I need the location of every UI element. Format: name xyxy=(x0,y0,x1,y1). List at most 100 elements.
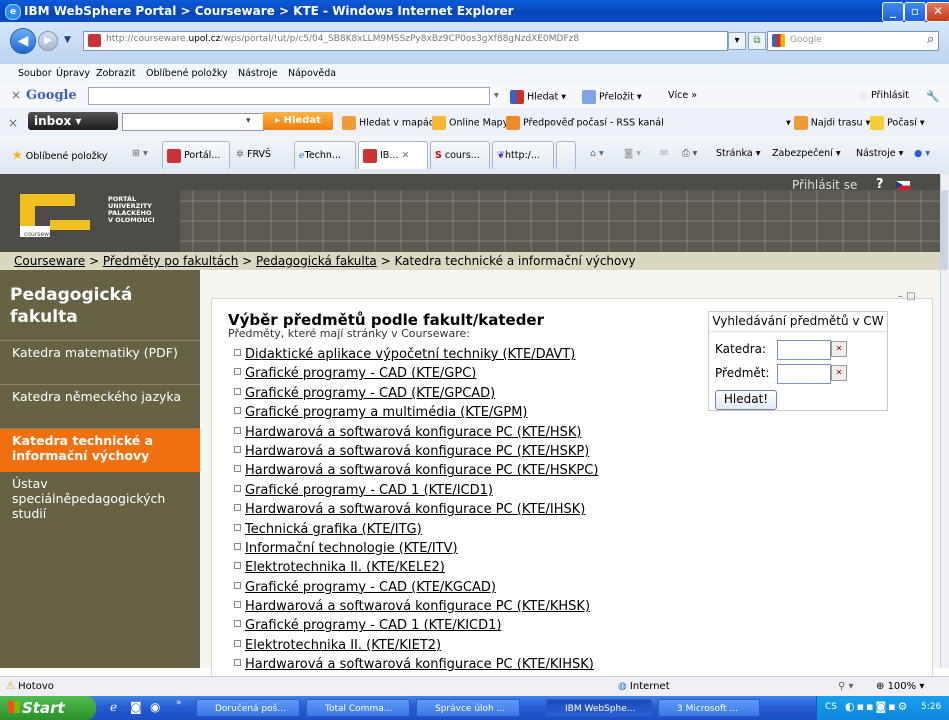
address-dropdown-icon[interactable]: ▾ xyxy=(728,32,746,50)
language-flag-icon[interactable] xyxy=(896,181,910,190)
quicklaunch-app-icon[interactable]: ◉ xyxy=(150,700,160,714)
tools-menu[interactable]: Nástroje ▾ xyxy=(856,148,903,159)
quicklaunch-ie-icon[interactable]: ℯ xyxy=(110,700,117,714)
subject-link[interactable]: Grafické programy - CAD 1 (KTE/ICD1) xyxy=(245,483,493,498)
route-button[interactable]: ▾ Najdi trasu ▾ xyxy=(786,116,870,130)
google-login-button[interactable]: Přihlásit xyxy=(858,90,909,101)
katedra-field[interactable] xyxy=(777,340,831,360)
scrollbar-thumb[interactable] xyxy=(941,190,948,270)
subject-link[interactable]: Technická grafika (KTE/ITG) xyxy=(245,522,422,537)
address-field[interactable]: http://courseware.upol.cz/wps/portal/!ut… xyxy=(83,31,728,51)
nav-katedra-nemeckeho[interactable]: Katedra německého jazyka xyxy=(0,384,200,408)
help-icon[interactable]: ? xyxy=(876,177,884,192)
subject-link[interactable]: Grafické programy - CAD 1 (KTE/KICD1) xyxy=(245,618,501,633)
minimize-button[interactable]: _ xyxy=(882,2,904,22)
inbox-dropdown-icon[interactable]: ▾ xyxy=(246,116,251,126)
compatibility-icon[interactable]: ⧉ xyxy=(748,32,766,50)
google-dropdown-icon[interactable]: ▾ xyxy=(494,90,499,101)
subject-link[interactable]: Grafické programy a multimédia (KTE/GPM) xyxy=(245,405,528,420)
inbox-search-field[interactable] xyxy=(122,113,264,131)
subject-link[interactable]: Elektrotechnika II. (KTE/KELE2) xyxy=(245,560,445,575)
predmet-field[interactable] xyxy=(777,364,831,384)
nav-ustav-specialne[interactable]: Ústav speciálněpedagogických studií xyxy=(0,472,200,525)
menu-nastroje[interactable]: Nástroje xyxy=(238,68,278,79)
menu-napoveda[interactable]: Nápověda xyxy=(288,68,336,79)
tab-portal[interactable]: Portál... xyxy=(162,141,230,169)
print-icon[interactable]: ⎙ ▾ xyxy=(682,148,697,159)
inbox-hledat-button[interactable]: ▸ Hledat xyxy=(263,112,333,130)
subject-link[interactable]: Hardwarová a softwarová konfigurace PC (… xyxy=(245,425,582,440)
search-go-icon[interactable]: ⌕ xyxy=(927,32,934,47)
menu-upravy[interactable]: Úpravy xyxy=(56,68,90,79)
task-microsoft-word[interactable]: 3 Microsoft ... xyxy=(658,699,760,717)
subject-link[interactable]: Hardwarová a softwarová konfigurace PC (… xyxy=(245,463,598,478)
task-total-commander[interactable]: Total Comma... xyxy=(306,699,410,717)
tab-http[interactable]: ❦http:/... xyxy=(492,141,554,169)
new-tab-button[interactable] xyxy=(556,141,576,169)
language-indicator[interactable]: CS xyxy=(825,702,837,712)
subject-link[interactable]: Grafické programy - CAD (KTE/GPCAD) xyxy=(245,386,495,401)
maximize-button[interactable]: ▫ xyxy=(904,2,926,22)
subject-link[interactable]: Hardwarová a softwarová konfigurace PC (… xyxy=(245,657,594,672)
subject-link[interactable]: Informační technologie (KTE/ITV) xyxy=(245,541,458,556)
weather-rss-link[interactable]: Předpověď počasí - RSS kanál xyxy=(506,116,664,130)
breadcrumb-predmety[interactable]: Předměty po fakultách xyxy=(103,254,239,268)
tab-techn[interactable]: ℯTechn... xyxy=(294,141,356,169)
quicklaunch-more-icon[interactable]: » xyxy=(176,698,182,708)
zoom-button[interactable]: ⊕ 100% ▾ xyxy=(876,681,924,692)
tab-close-icon[interactable]: ✕ xyxy=(401,150,409,161)
quicklaunch-office-icon[interactable]: ◙ xyxy=(130,700,142,714)
subject-link[interactable]: Grafické programy - CAD (KTE/GPC) xyxy=(245,366,476,381)
google-translate-button[interactable]: Přeložit ▾ xyxy=(582,90,642,104)
menu-zobrazit[interactable]: Zobrazit xyxy=(96,68,135,79)
search-submit-button[interactable]: Hledat! xyxy=(715,390,777,410)
search-input[interactable]: Google xyxy=(767,31,939,51)
predmet-picker-icon[interactable]: ✕ xyxy=(831,365,847,381)
tray-icons[interactable]: ◐▪▪◙▪⚙ xyxy=(845,700,910,713)
back-button[interactable]: ◀ xyxy=(10,28,36,54)
weather-button[interactable]: Počasí ▾ xyxy=(870,116,925,130)
google-more-button[interactable]: Více » xyxy=(668,90,697,101)
task-ibm-websphere[interactable]: IBM WebSphe... xyxy=(546,699,652,717)
subject-link[interactable]: Hardwarová a softwarová konfigurace PC (… xyxy=(245,444,589,459)
subject-link[interactable]: Hardwarová a softwarová konfigurace PC (… xyxy=(245,502,585,517)
subject-link[interactable]: Elektrotechnika II. (KTE/KIET2) xyxy=(245,638,441,653)
feeds-icon[interactable]: ◙ ▾ xyxy=(624,148,641,159)
menu-soubor[interactable]: Soubor xyxy=(18,68,52,79)
window-titlebar[interactable]: e IBM WebSphere Portal > Courseware > KT… xyxy=(0,0,949,22)
menu-oblibene[interactable]: Oblíbené položky xyxy=(146,68,228,79)
close-toolbar-icon[interactable]: × xyxy=(11,88,21,102)
subject-link[interactable]: Didaktické aplikace výpočetní techniky (… xyxy=(245,347,575,362)
security-menu[interactable]: Zabezpečení ▾ xyxy=(772,148,841,159)
close-inbox-toolbar-icon[interactable]: × xyxy=(8,116,18,130)
protected-mode-icon[interactable]: ⚲ ▾ xyxy=(838,681,854,692)
close-button[interactable]: ✕ xyxy=(926,2,949,22)
tab-ibm[interactable]: IB... ✕ xyxy=(358,141,428,169)
history-dropdown-icon[interactable]: ▼ xyxy=(64,35,71,45)
subject-link[interactable]: Hardwarová a softwarová konfigurace PC (… xyxy=(245,599,590,614)
help-menu-icon[interactable]: ● ▾ xyxy=(914,148,930,159)
tab-courseware[interactable]: S cours... xyxy=(430,141,490,169)
login-link[interactable]: Přihlásit se xyxy=(792,178,857,192)
home-icon[interactable]: ⌂ ▾ xyxy=(590,148,604,159)
quick-tabs-icon[interactable]: ⊞ ▾ xyxy=(132,148,148,159)
breadcrumb-courseware[interactable]: Courseware xyxy=(14,254,85,268)
katedra-picker-icon[interactable]: ✕ xyxy=(831,341,847,357)
page-menu[interactable]: Stránka ▾ xyxy=(716,148,760,159)
task-outlook[interactable]: Doručená poš... xyxy=(196,699,300,717)
tab-frvs[interactable]: ✲ FRVŠ xyxy=(232,141,284,169)
breadcrumb-pedagogicka[interactable]: Pedagogická fakulta xyxy=(256,254,377,268)
nav-katedra-technicke[interactable]: Katedra technické a informační výchovy xyxy=(0,428,200,472)
subject-link[interactable]: Grafické programy - CAD (KTE/KGCAD) xyxy=(245,580,496,595)
favorites-button[interactable]: ★ Oblíbené položky xyxy=(12,148,107,162)
google-search-field[interactable] xyxy=(88,87,490,105)
google-hledat-button[interactable]: Hledat ▾ xyxy=(510,90,566,104)
wrench-icon[interactable]: 🔧 xyxy=(926,90,940,103)
online-maps-link[interactable]: Online Mapy xyxy=(432,116,508,130)
inbox-button[interactable]: inbox ▾ xyxy=(28,112,118,130)
map-search-link[interactable]: Hledat v mapách xyxy=(342,116,440,130)
portlet-window-controls[interactable]: – □ xyxy=(898,291,916,302)
forward-button[interactable]: ▶ xyxy=(38,31,58,51)
mail-icon[interactable]: ✉ xyxy=(660,148,668,159)
task-task-manager[interactable]: Správce úloh ... xyxy=(416,699,520,717)
